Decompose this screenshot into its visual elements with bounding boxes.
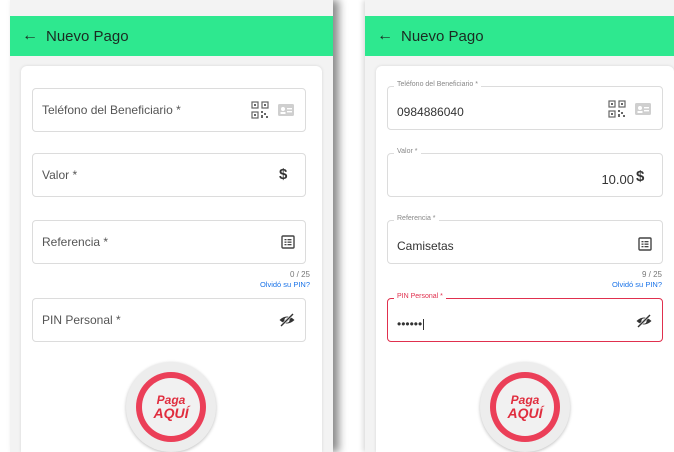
reference-field[interactable]: Referencia * Camisetas xyxy=(387,215,663,264)
pay-button-ring: Paga AQUÍ xyxy=(136,372,206,442)
reference-placeholder: Referencia * xyxy=(42,235,109,249)
list-icon xyxy=(636,235,654,253)
contact-card-icon[interactable] xyxy=(277,101,295,119)
pay-button-line2: AQUÍ xyxy=(153,405,189,421)
pin-field[interactable]: PIN Personal * •••••• xyxy=(387,293,663,342)
pin-placeholder: PIN Personal * xyxy=(42,313,121,327)
qr-code-icon[interactable] xyxy=(251,101,269,119)
reference-counter: 9 / 25 xyxy=(641,270,662,279)
pin-field[interactable]: PIN Personal * xyxy=(32,298,306,342)
amount-label: Valor * xyxy=(394,148,421,155)
pay-button-line2: AQUÍ xyxy=(507,405,543,421)
payment-screen-filled: ← Nuevo Pago Teléfono del Beneficiario *… xyxy=(365,0,674,452)
text-caret xyxy=(423,319,425,331)
payment-screen-empty: ← Nuevo Pago Teléfono del Beneficiario * xyxy=(10,0,333,452)
app-header: ← Nuevo Pago xyxy=(10,16,333,56)
reference-field[interactable]: Referencia * xyxy=(32,220,306,264)
amount-field[interactable]: Valor * 10.00 $ xyxy=(387,148,663,197)
dollar-icon: $ xyxy=(279,166,288,183)
pay-button-inner: Paga AQUÍ xyxy=(496,378,554,436)
pin-value: •••••• xyxy=(397,317,423,331)
phone-field[interactable]: Teléfono del Beneficiario * xyxy=(32,88,306,132)
amount-value: 10.00 xyxy=(601,172,634,187)
back-arrow-icon[interactable]: ← xyxy=(22,27,38,45)
pay-button-inner: Paga AQUÍ xyxy=(142,378,200,436)
back-arrow-icon[interactable]: ← xyxy=(377,27,393,45)
forgot-pin-link[interactable]: Olvidó su PIN? xyxy=(612,280,662,289)
reference-value: Camisetas xyxy=(397,239,454,253)
list-icon xyxy=(279,233,297,251)
contact-card-icon[interactable] xyxy=(634,100,652,118)
eye-off-icon[interactable] xyxy=(278,311,296,329)
amount-placeholder: Valor * xyxy=(42,168,78,182)
dollar-icon: $ xyxy=(636,168,645,185)
forgot-pin-link[interactable]: Olvidó su PIN? xyxy=(260,280,310,289)
qr-code-icon[interactable] xyxy=(608,100,626,118)
phone-placeholder: Teléfono del Beneficiario * xyxy=(42,103,181,117)
pin-value-container: •••••• xyxy=(397,317,425,331)
pin-label: PIN Personal * xyxy=(394,293,446,300)
reference-label: Referencia * xyxy=(394,215,439,222)
phone-field[interactable]: Teléfono del Beneficiario * 0984886040 xyxy=(387,81,663,130)
app-header: ← Nuevo Pago xyxy=(365,16,674,56)
reference-counter: 0 / 25 xyxy=(289,270,310,279)
form-card: Teléfono del Beneficiario * Valor * $ Re… xyxy=(21,66,322,452)
page-title: Nuevo Pago xyxy=(46,27,129,45)
phone-label: Teléfono del Beneficiario * xyxy=(394,81,481,88)
phone-value: 0984886040 xyxy=(397,105,464,119)
eye-off-icon[interactable] xyxy=(635,312,653,330)
page-title: Nuevo Pago xyxy=(401,27,484,45)
pay-here-button[interactable]: Paga AQUÍ xyxy=(126,362,216,452)
pay-here-button[interactable]: Paga AQUÍ xyxy=(480,362,570,452)
form-card: Teléfono del Beneficiario * 0984886040 V… xyxy=(376,66,674,452)
amount-field[interactable]: Valor * $ xyxy=(32,153,306,197)
pay-button-ring: Paga AQUÍ xyxy=(490,372,560,442)
